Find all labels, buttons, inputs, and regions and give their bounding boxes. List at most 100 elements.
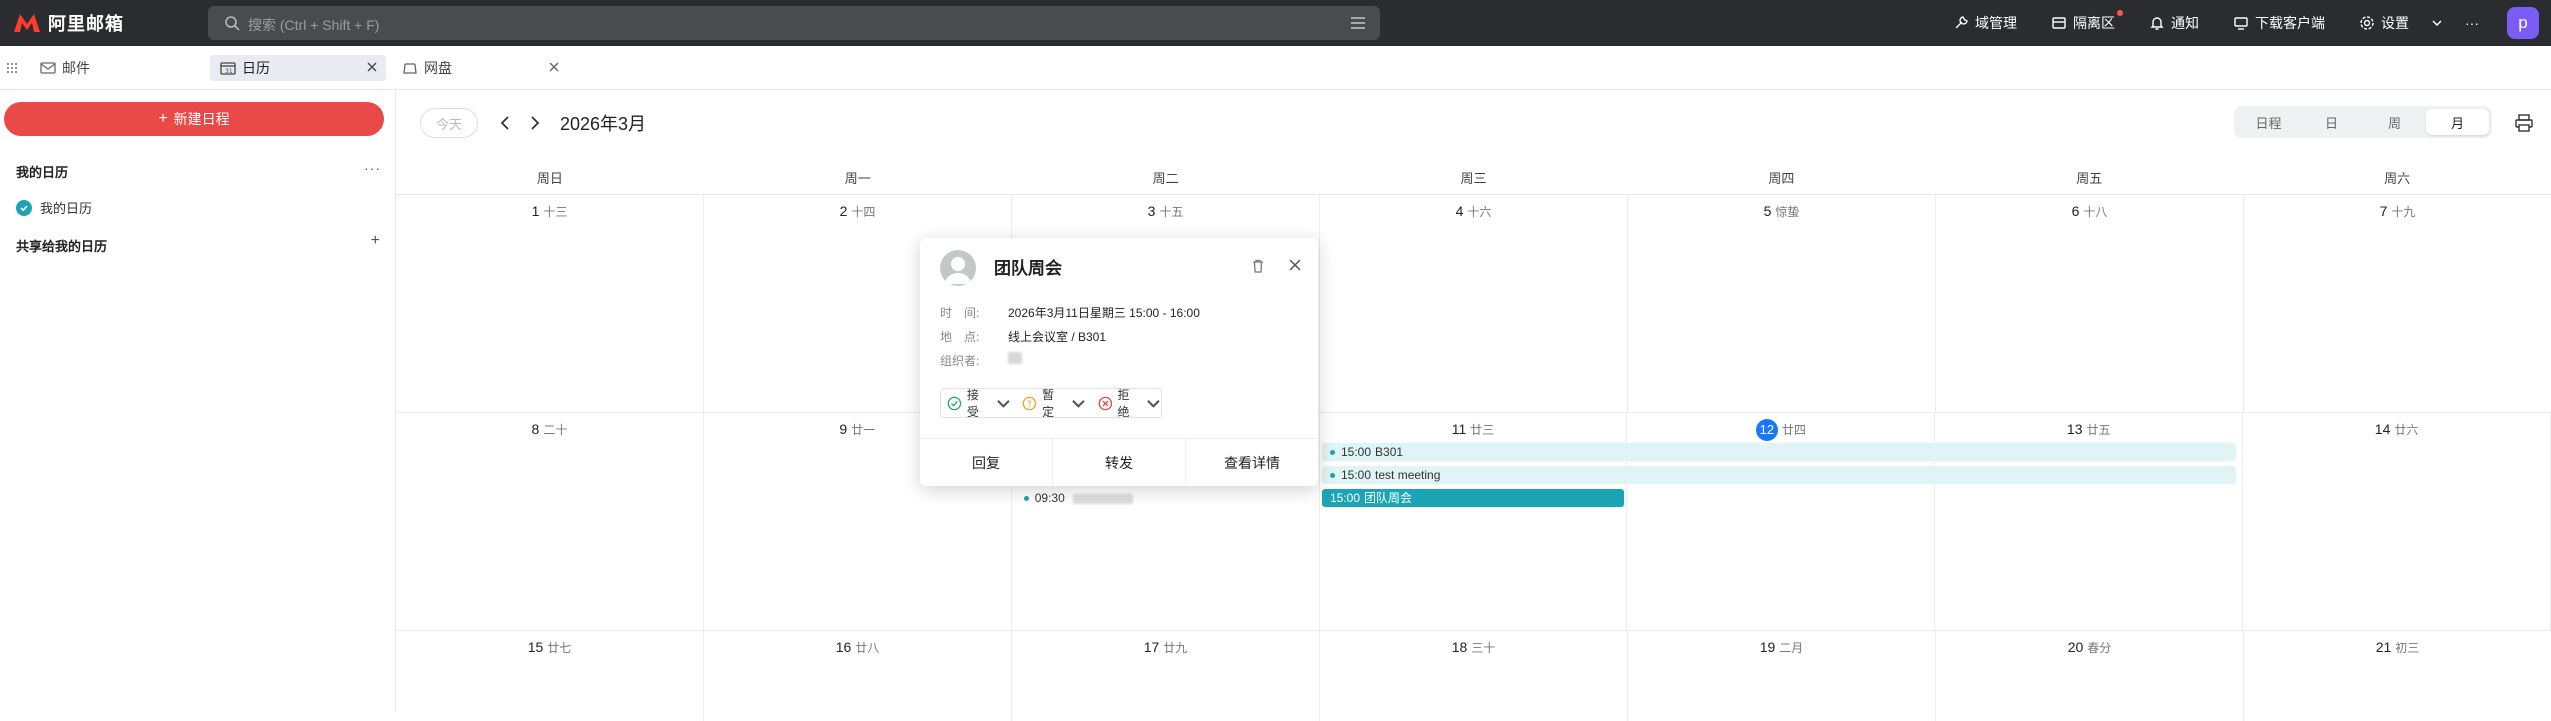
calendar-event-b301[interactable]: 15:00 B301 bbox=[1322, 443, 2236, 461]
quarantine-icon bbox=[2052, 17, 2066, 29]
notification-button[interactable]: 通知 bbox=[2149, 13, 2199, 33]
new-event-button[interactable]: + 新建日程 bbox=[4, 102, 384, 136]
day-number: 2 bbox=[839, 203, 848, 219]
lunar-date: 十五 bbox=[1159, 205, 1184, 219]
calendar-event-test-meeting[interactable]: 15:00 test meeting bbox=[1322, 466, 2236, 484]
month-title: 2026年3月 bbox=[560, 114, 647, 134]
lunar-date: 廿八 bbox=[855, 641, 880, 655]
my-calendar-item[interactable]: 我的日历 bbox=[16, 198, 92, 217]
day-label: 21 初三 bbox=[2244, 639, 2551, 656]
checkbox-checked-icon[interactable] bbox=[16, 199, 32, 216]
cloud-drive-icon bbox=[403, 63, 417, 74]
my-calendars-more-button[interactable]: ··· bbox=[364, 160, 381, 176]
unread-dot bbox=[2117, 10, 2123, 16]
close-tab-icon[interactable] bbox=[548, 61, 560, 73]
day-cell[interactable]: 7 十九 bbox=[2244, 195, 2551, 412]
day-label: 6 十八 bbox=[1936, 203, 2243, 220]
day-cell[interactable]: 8 二十 bbox=[396, 413, 704, 630]
weekday-label: 周三 bbox=[1460, 171, 1487, 186]
lunar-date: 廿四 bbox=[1781, 423, 1806, 437]
day-number: 14 bbox=[2374, 421, 2391, 437]
day-cell[interactable]: 17 廿九 bbox=[1012, 631, 1320, 721]
decline-button[interactable]: 拒绝 bbox=[1098, 386, 1161, 420]
tentative-button[interactable]: ? 暂定 bbox=[1022, 386, 1085, 420]
svg-text:31: 31 bbox=[225, 68, 233, 75]
add-shared-calendar-button[interactable]: + bbox=[371, 232, 381, 250]
close-tab-icon[interactable] bbox=[366, 61, 378, 73]
chevron-down-icon-svg bbox=[2432, 20, 2442, 27]
day-cell[interactable]: 20 春分 bbox=[1936, 631, 2244, 721]
chevron-down-icon[interactable] bbox=[2429, 15, 2445, 31]
mail-icon bbox=[40, 62, 56, 74]
user-avatar[interactable]: p bbox=[2507, 7, 2539, 39]
day-number: 5 bbox=[1763, 203, 1772, 219]
lunar-date: 廿九 bbox=[1163, 641, 1188, 655]
view-details-button[interactable]: 查看详情 bbox=[1186, 439, 1318, 486]
quarantine-button[interactable]: 隔离区 bbox=[2051, 10, 2123, 33]
view-month[interactable]: 月 bbox=[2426, 109, 2489, 135]
prev-month-icon[interactable] bbox=[498, 114, 512, 132]
day-number: 3 bbox=[1147, 203, 1156, 219]
search-filter-icon[interactable] bbox=[1350, 16, 1366, 30]
day-label: 8 二十 bbox=[396, 421, 703, 438]
day-cell[interactable]: 14 廿六 bbox=[2243, 413, 2551, 630]
organizer-label: 组织者: bbox=[940, 354, 980, 368]
close-icon[interactable] bbox=[1288, 258, 1302, 272]
lunar-date: 廿一 bbox=[851, 423, 876, 437]
settings-button[interactable]: 设置 bbox=[2359, 13, 2409, 33]
location-label: 地 点: bbox=[940, 330, 980, 344]
lunar-date: 初三 bbox=[2395, 641, 2420, 655]
time-label: 时 间: bbox=[940, 306, 980, 320]
event-organizer-row: 组织者: bbox=[940, 352, 1022, 369]
today-button[interactable]: 今天 bbox=[420, 108, 478, 138]
domain-admin-button[interactable]: 域管理 bbox=[1953, 13, 2017, 33]
person-icon bbox=[945, 257, 971, 284]
day-label: 12 廿四 bbox=[1627, 419, 1934, 441]
week-row: 8二十 9廿一 10廿二 09:30 11廿三 12廿四 13廿五 14廿六 1… bbox=[396, 413, 2551, 631]
view-agenda[interactable]: 日程 bbox=[2237, 109, 2300, 135]
day-cell[interactable]: 18 三十 bbox=[1320, 631, 1628, 721]
more-menu-button[interactable]: ··· bbox=[2465, 15, 2479, 31]
trash-icon[interactable] bbox=[1250, 258, 1266, 274]
chevron-down-icon bbox=[1071, 399, 1085, 408]
day-cell[interactable]: 5 惊蛰 bbox=[1628, 195, 1936, 412]
accept-button[interactable]: 接受 bbox=[947, 386, 1010, 420]
download-client-button[interactable]: 下载客户端 bbox=[2233, 13, 2325, 33]
calendar-event[interactable]: 09:30 bbox=[1016, 489, 1216, 507]
day-number: 18 bbox=[1451, 639, 1468, 655]
day-cell[interactable]: 4 十六 bbox=[1320, 195, 1628, 412]
print-icon[interactable] bbox=[2514, 114, 2534, 132]
new-event-label: 新建日程 bbox=[173, 111, 230, 127]
view-day[interactable]: 日 bbox=[2300, 109, 2363, 135]
forward-button[interactable]: 转发 bbox=[1053, 439, 1186, 486]
day-cell[interactable]: 15 廿七 bbox=[396, 631, 704, 721]
reply-button[interactable]: 回复 bbox=[920, 439, 1053, 486]
day-cell[interactable]: 19 二月 bbox=[1628, 631, 1936, 721]
event-title: B301 bbox=[1375, 445, 1404, 459]
app-logo[interactable]: 阿里邮箱 bbox=[12, 9, 124, 37]
day-cell[interactable]: 6 十八 bbox=[1936, 195, 2244, 412]
decline-label: 拒绝 bbox=[1117, 388, 1130, 419]
event-dot bbox=[1330, 450, 1335, 456]
next-month-icon[interactable] bbox=[528, 114, 542, 132]
time-value: 2026年3月11日星期三 15:00 - 16:00 bbox=[1008, 306, 1200, 320]
calendar-icon: 31 bbox=[220, 62, 236, 75]
day-cell[interactable]: 1 十三 bbox=[396, 195, 704, 412]
tab-calendar[interactable]: 31 日历 bbox=[210, 55, 386, 81]
tab-drive[interactable]: 网盘 bbox=[392, 55, 568, 81]
event-dot bbox=[1330, 473, 1335, 479]
location-value: 线上会议室 / B301 bbox=[1008, 330, 1107, 344]
search-bar[interactable]: 搜索 (Ctrl + Shift + F) bbox=[208, 6, 1380, 40]
lunar-date: 二十 bbox=[543, 423, 568, 437]
popup-action-bar: 回复 转发 查看详情 bbox=[920, 438, 1318, 486]
calendar-event-team-meeting[interactable]: 15:00 团队周会 bbox=[1322, 489, 1624, 507]
tab-mail-label: 邮件 bbox=[62, 60, 90, 76]
app-grid-icon[interactable] bbox=[6, 62, 18, 74]
lunar-date: 十六 bbox=[1467, 205, 1492, 219]
day-cell[interactable]: 16 廿八 bbox=[704, 631, 1012, 721]
tab-mail[interactable]: 邮件 bbox=[30, 55, 200, 81]
monitor-icon bbox=[2234, 17, 2248, 30]
day-number: 17 bbox=[1143, 639, 1160, 655]
day-cell[interactable]: 21 初三 bbox=[2244, 631, 2551, 721]
view-week[interactable]: 周 bbox=[2363, 109, 2426, 135]
